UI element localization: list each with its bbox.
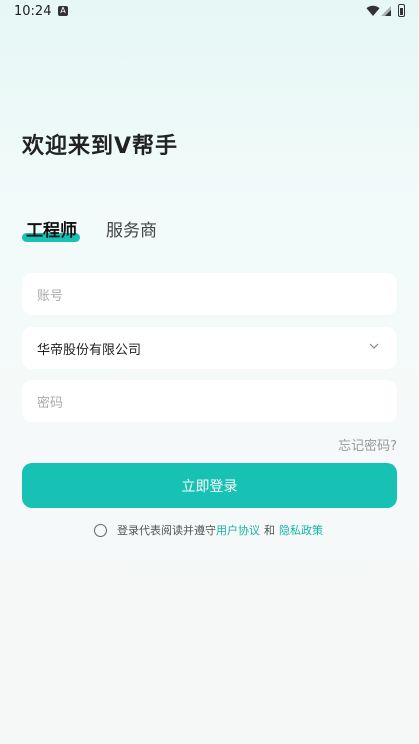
tab-engineer[interactable]: 工程师 <box>26 216 77 241</box>
notification-a-icon: A <box>58 6 68 16</box>
tab-service-provider[interactable]: 服务商 <box>106 216 157 241</box>
agree-radio[interactable] <box>94 523 107 537</box>
forgot-password-link[interactable]: 忘记密码? <box>338 435 397 454</box>
company-select[interactable]: 华帝股份有限公司 <box>22 327 397 369</box>
welcome-title: 欢迎来到V帮手 <box>22 134 179 159</box>
account-placeholder: 账号 <box>37 288 64 304</box>
account-input[interactable]: 账号 <box>22 273 397 315</box>
company-value: 华帝股份有限公司 <box>37 342 142 358</box>
battery-icon <box>398 4 405 17</box>
password-input[interactable]: 密码 <box>22 380 397 422</box>
status-bar: 10:24 A <box>0 0 419 24</box>
status-time: 10:24 <box>14 4 52 19</box>
tab-provider-label: 服务商 <box>106 221 157 241</box>
agreement-and: 和 <box>264 524 275 537</box>
signal-icon <box>381 6 391 16</box>
wifi-icon <box>366 5 380 17</box>
agreement-prefix: 登录代表阅读并遵守 <box>117 524 216 537</box>
tab-engineer-label: 工程师 <box>26 221 77 241</box>
agreement-row: 登录代表阅读并遵守 用户协议 和 隐私政策 <box>94 522 323 538</box>
login-button[interactable]: 立即登录 <box>22 463 397 508</box>
privacy-policy-link[interactable]: 隐私政策 <box>279 522 323 538</box>
password-placeholder: 密码 <box>37 395 64 411</box>
chevron-down-icon <box>369 343 379 349</box>
user-agreement-link[interactable]: 用户协议 <box>216 522 260 538</box>
